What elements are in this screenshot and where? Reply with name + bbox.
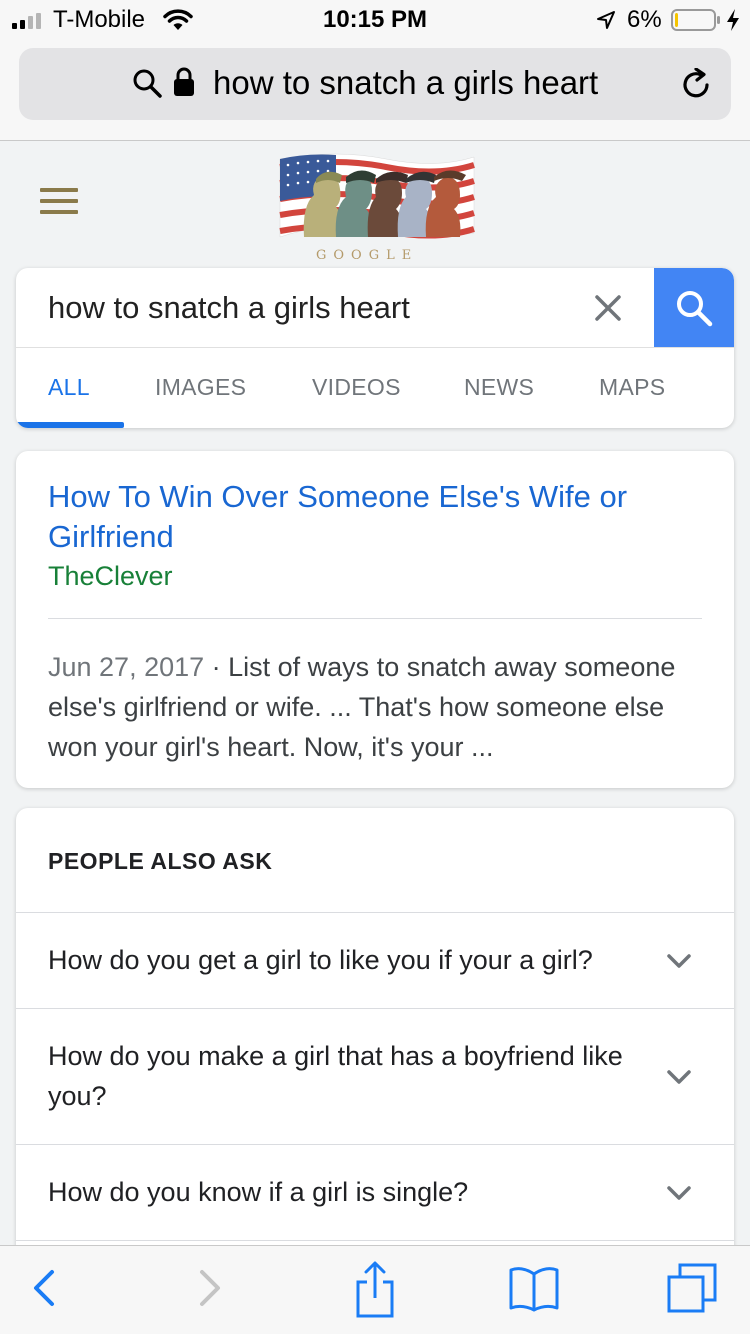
status-bar: T-Mobile 10:15 PM 6% xyxy=(0,0,750,40)
tabs-icon[interactable] xyxy=(666,1262,718,1314)
forward-icon[interactable] xyxy=(196,1264,224,1312)
divider xyxy=(48,618,702,619)
result-source: TheClever xyxy=(48,561,173,591)
lock-icon xyxy=(174,67,194,96)
reload-icon[interactable] xyxy=(679,68,713,102)
tab-news[interactable]: NEWS xyxy=(464,374,534,401)
share-icon[interactable] xyxy=(354,1260,396,1318)
tab-all[interactable]: ALL xyxy=(48,374,90,401)
chevron-down-icon xyxy=(667,954,691,968)
divider xyxy=(16,347,734,348)
menu-line xyxy=(40,199,78,203)
question-row[interactable]: How do you know if a girl is single? xyxy=(16,1144,734,1240)
google-doodle-logo[interactable]: GOOGLE xyxy=(276,145,476,265)
tab-videos[interactable]: VIDEOS xyxy=(312,374,401,401)
question-text: How do you get a girl to like you if you… xyxy=(48,945,593,975)
people-also-ask-heading: PEOPLE ALSO ASK xyxy=(48,848,273,874)
url-text: how to snatch a girls heart xyxy=(213,64,599,101)
browser-toolbar xyxy=(0,1245,750,1334)
close-icon[interactable] xyxy=(592,292,624,324)
tab-images[interactable]: IMAGES xyxy=(155,374,246,401)
chevron-down-icon xyxy=(667,1070,691,1084)
browser-header: how to snatch a girls heart xyxy=(0,40,750,141)
search-result-card: How To Win Over Someone Else's Wife or G… xyxy=(16,451,734,788)
search-box: how to snatch a girls heart ALL IMAGES V… xyxy=(16,268,734,428)
question-text: How do you make a girl that has a boyfri… xyxy=(48,1041,623,1111)
location-arrow-icon xyxy=(597,11,615,29)
tab-maps[interactable]: MAPS xyxy=(599,374,665,401)
question-row[interactable]: How do you make a girl that has a boyfri… xyxy=(16,1008,734,1144)
battery-icon xyxy=(671,9,720,31)
menu-icon[interactable] xyxy=(40,188,78,214)
charging-bolt-icon xyxy=(727,9,739,31)
bookmarks-icon[interactable] xyxy=(508,1264,560,1312)
address-bar[interactable]: how to snatch a girls heart xyxy=(19,48,731,120)
active-tab-indicator xyxy=(16,422,124,428)
menu-line xyxy=(40,188,78,192)
doodle-lettering: GOOGLE xyxy=(316,248,418,263)
menu-line xyxy=(40,210,78,214)
question-text: How do you know if a girl is single? xyxy=(48,1177,469,1207)
search-input[interactable]: how to snatch a girls heart xyxy=(48,290,410,326)
search-icon xyxy=(133,69,162,98)
search-icon xyxy=(677,291,713,327)
result-date: Jun 27, 2017 xyxy=(48,652,205,682)
result-title-link[interactable]: How To Win Over Someone Else's Wife or G… xyxy=(48,477,688,557)
search-button[interactable] xyxy=(654,268,734,348)
chevron-down-icon xyxy=(667,1186,691,1200)
question-row[interactable]: How do you get a girl to like you if you… xyxy=(16,912,734,1008)
result-snippet: Jun 27, 2017 · List of ways to snatch aw… xyxy=(48,647,708,767)
battery-percent: 6% xyxy=(627,6,662,33)
back-icon[interactable] xyxy=(30,1264,58,1312)
